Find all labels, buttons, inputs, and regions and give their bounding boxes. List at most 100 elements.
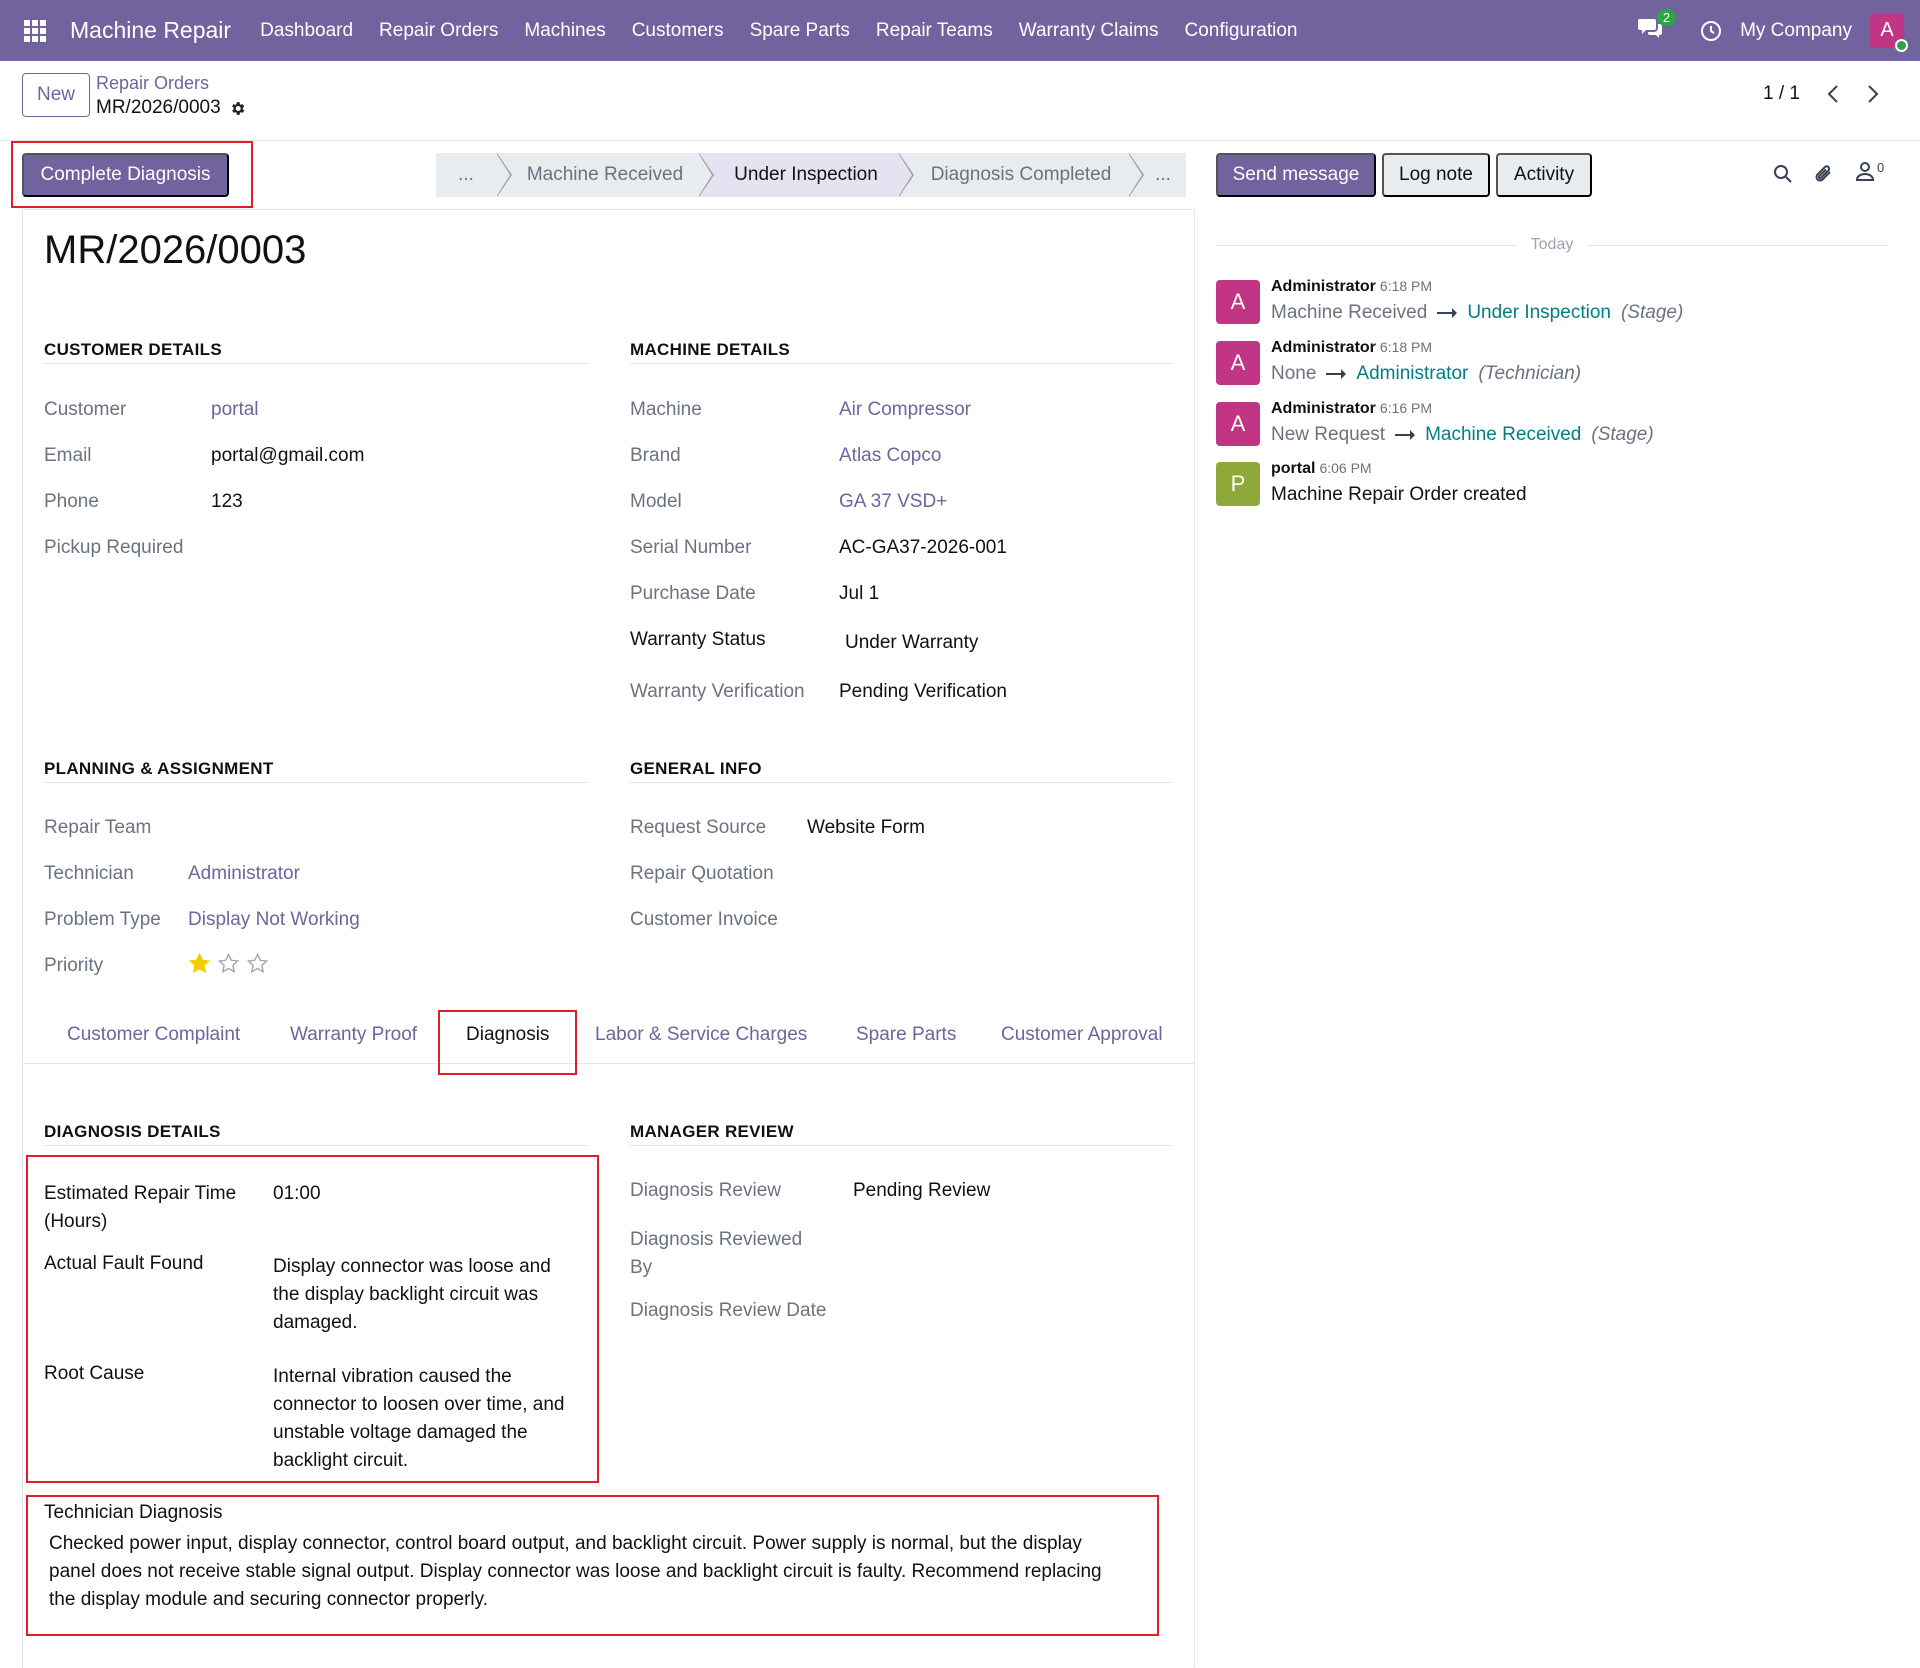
tab-warranty-proof[interactable]: Warranty Proof [290, 1024, 417, 1046]
stage-more-left-label: ... [458, 164, 474, 185]
messages-button[interactable]: 2 [1638, 8, 1677, 45]
clock-icon[interactable] [1700, 20, 1722, 42]
user-avatar[interactable]: A [1870, 13, 1908, 52]
stage-diagnosis-completed-label: Diagnosis Completed [930, 164, 1112, 185]
log-note-button[interactable]: Log note [1382, 153, 1490, 197]
serial-number-field[interactable]: AC-GA37-2026-001 [839, 537, 1007, 559]
arrow-right-icon [1326, 369, 1347, 379]
estimated-repair-time-field[interactable]: 01:00 [273, 1183, 321, 1205]
purchase-date-label: Purchase Date [630, 583, 756, 604]
apps-menu-icon[interactable] [0, 0, 70, 61]
next-record-icon[interactable] [1866, 84, 1880, 104]
root-cause-line: unstable voltage damaged the [273, 1422, 528, 1443]
warranty-verification-field[interactable]: Pending Verification [839, 681, 1007, 703]
divider [44, 363, 588, 364]
root-cause-label: Root Cause [44, 1363, 145, 1384]
menu-repair-orders[interactable]: Repair Orders [366, 20, 511, 42]
star-filled-icon[interactable] [188, 952, 211, 975]
customer-label: Customer [44, 399, 127, 420]
root-cause-line: connector to loosen over time, and [273, 1394, 565, 1415]
star-empty-icon[interactable] [246, 952, 269, 975]
tab-spare-parts[interactable]: Spare Parts [856, 1024, 956, 1046]
menu-spare-parts[interactable]: Spare Parts [737, 20, 863, 42]
user-icon [1855, 162, 1875, 181]
brand-field[interactable]: Atlas Copco [839, 445, 941, 467]
fault-line: damaged. [273, 1312, 358, 1333]
message-time: 6:18 PM [1379, 278, 1433, 294]
warranty-status-field[interactable]: Under Warranty [845, 632, 978, 654]
tab-labor-service-charges[interactable]: Labor & Service Charges [595, 1024, 807, 1046]
avatar[interactable]: A [1216, 280, 1260, 324]
user-initial: A [1880, 19, 1894, 41]
stage-more-left[interactable]: ... [436, 153, 512, 197]
root-cause-field[interactable]: Internal vibration caused the connector … [273, 1363, 565, 1475]
activity-button[interactable]: Activity [1496, 153, 1592, 197]
actual-fault-found-label: Actual Fault Found [44, 1253, 204, 1274]
actual-fault-found-field[interactable]: Display connector was loose and the disp… [273, 1253, 551, 1337]
technician-field[interactable]: Administrator [188, 863, 300, 885]
message-time: 6:18 PM [1379, 339, 1433, 355]
technician-diagnosis-field[interactable]: Checked power input, display connector, … [49, 1530, 1102, 1614]
menu-machines[interactable]: Machines [511, 20, 618, 42]
breadcrumb-repair-orders[interactable]: Repair Orders [96, 73, 209, 94]
menu-dashboard[interactable]: Dashboard [247, 20, 366, 42]
diagnosis-details-heading: DIAGNOSIS DETAILS [44, 1122, 221, 1141]
technician-diagnosis-line: panel does not receive stable signal out… [49, 1561, 1102, 1582]
purchase-date-field[interactable]: Jul 1 [839, 583, 879, 605]
author-name[interactable]: Administrator [1271, 339, 1376, 356]
diagnosis-review-date-label: Diagnosis Review Date [630, 1300, 827, 1321]
divider [630, 782, 1172, 783]
send-message-button[interactable]: Send message [1216, 153, 1376, 197]
phone-field[interactable]: 123 [211, 491, 243, 513]
search-icon[interactable] [1773, 164, 1793, 184]
tab-customer-complaint[interactable]: Customer Complaint [67, 1024, 240, 1046]
avatar-initial: A [1230, 411, 1246, 436]
status-bar: ... Machine Received Under Inspection Di… [436, 153, 1186, 197]
menu-configuration[interactable]: Configuration [1171, 20, 1310, 42]
stage-machine-received[interactable]: Machine Received [496, 153, 714, 197]
problem-type-field[interactable]: Display Not Working [188, 909, 360, 931]
menu-warranty-claims[interactable]: Warranty Claims [1006, 20, 1172, 42]
app-name[interactable]: Machine Repair [70, 17, 231, 44]
diagnosis-review-field[interactable]: Pending Review [853, 1180, 990, 1202]
star-empty-icon[interactable] [217, 952, 240, 975]
new-button[interactable]: New [22, 73, 90, 117]
followers-button[interactable]: 0 [1855, 160, 1884, 182]
reviewed-by-label-line2: By [630, 1257, 653, 1278]
messages-count-badge: 2 [1656, 8, 1677, 26]
menu-customers[interactable]: Customers [619, 20, 737, 42]
old-value: New Request [1271, 424, 1386, 445]
arrow-right-icon [1437, 308, 1458, 318]
notebook-tabs: Customer Complaint Warranty Proof Diagno… [22, 1010, 1195, 1064]
repair-team-label: Repair Team [44, 817, 152, 838]
message-author: Administrator 6:18 PM [1271, 339, 1432, 357]
technician-diagnosis-line: Checked power input, display connector, … [49, 1533, 1082, 1554]
divider [44, 1145, 588, 1146]
avatar[interactable]: A [1216, 341, 1260, 385]
email-field[interactable]: portal@gmail.com [211, 445, 364, 467]
gear-icon[interactable] [229, 100, 246, 117]
paperclip-icon[interactable] [1814, 163, 1834, 185]
menu-repair-teams[interactable]: Repair Teams [863, 20, 1006, 42]
old-value: None [1271, 363, 1317, 384]
author-name[interactable]: portal [1271, 460, 1315, 477]
customer-field[interactable]: portal [211, 399, 259, 421]
author-name[interactable]: Administrator [1271, 400, 1376, 417]
stage-under-inspection[interactable]: Under Inspection [698, 153, 914, 197]
avatar[interactable]: A [1216, 402, 1260, 446]
previous-record-icon[interactable] [1826, 84, 1840, 104]
root-cause-line: backlight circuit. [273, 1450, 409, 1471]
company-switcher[interactable]: My Company [1740, 20, 1852, 42]
stage-diagnosis-completed[interactable]: Diagnosis Completed [898, 153, 1144, 197]
arrow-right-icon [1395, 430, 1416, 440]
request-source-label: Request Source [630, 817, 767, 838]
author-name[interactable]: Administrator [1271, 278, 1376, 295]
email-label: Email [44, 445, 92, 466]
avatar[interactable]: P [1216, 462, 1260, 506]
tab-customer-approval[interactable]: Customer Approval [1001, 1024, 1163, 1046]
message-author: portal 6:06 PM [1271, 460, 1372, 478]
request-source-field[interactable]: Website Form [807, 817, 925, 839]
machine-field[interactable]: Air Compressor [839, 399, 971, 421]
pager-value[interactable]: 1 / 1 [1763, 83, 1800, 105]
model-field[interactable]: GA 37 VSD+ [839, 491, 947, 513]
